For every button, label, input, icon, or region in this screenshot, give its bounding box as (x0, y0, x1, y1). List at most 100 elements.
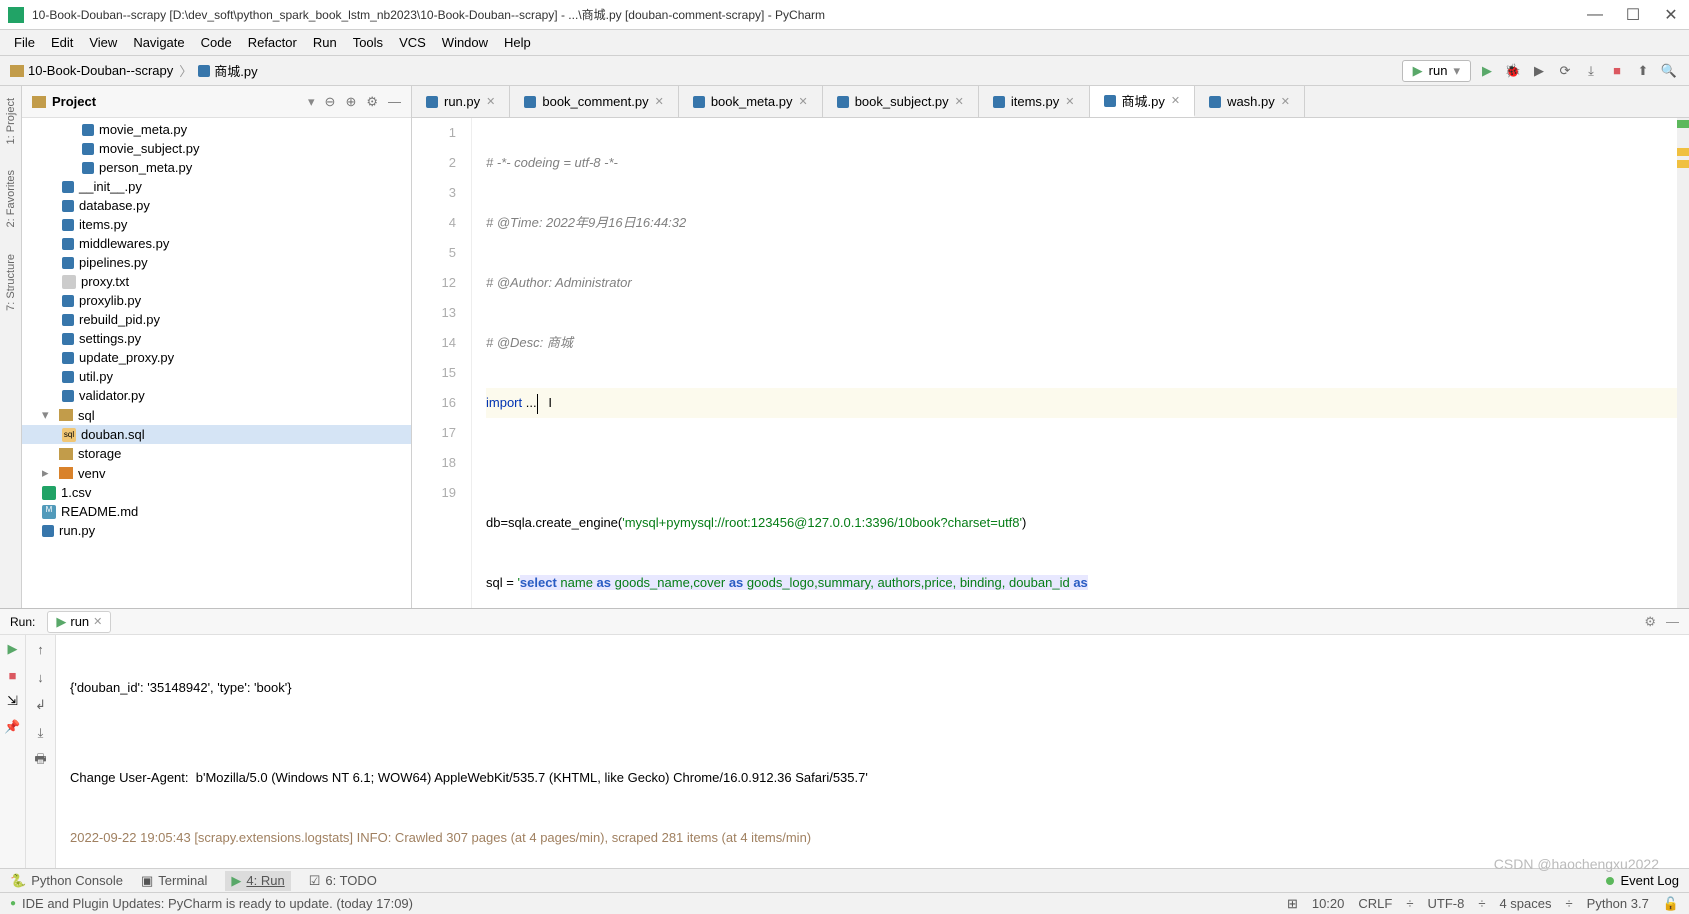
lock-icon[interactable]: 🔓 (1663, 896, 1679, 912)
close-icon[interactable]: ✕ (93, 615, 102, 628)
minimize-button[interactable]: — (1585, 5, 1605, 25)
tree-item[interactable]: pipelines.py (22, 253, 411, 272)
tree-item[interactable]: database.py (22, 196, 411, 215)
tree-item[interactable]: proxy.txt (22, 272, 411, 291)
menu-help[interactable]: Help (496, 31, 539, 54)
goto-line-icon[interactable]: ⊞ (1287, 896, 1298, 912)
menu-vcs[interactable]: VCS (391, 31, 434, 54)
tab-event-log[interactable]: Event Log (1620, 873, 1679, 888)
tree-item[interactable]: sqldouban.sql (22, 425, 411, 444)
tree-item[interactable]: rebuild_pid.py (22, 310, 411, 329)
tree-item[interactable]: storage (22, 444, 411, 463)
tree-item[interactable]: 1.csv (22, 483, 411, 502)
tree-item[interactable]: MREADME.md (22, 502, 411, 521)
editor-gutter[interactable]: 123451213141516171819 (412, 118, 472, 608)
editor-tab[interactable]: run.py✕ (412, 86, 510, 117)
code-area[interactable]: # -*- codeing = utf-8 -*- # @Time: 2022年… (472, 118, 1689, 608)
hide-icon[interactable]: — (388, 94, 401, 110)
menu-tools[interactable]: Tools (345, 31, 391, 54)
side-tab-project[interactable]: 1: Project (3, 90, 19, 152)
tab-python-console[interactable]: 🐍 Python Console (10, 873, 123, 889)
tree-item[interactable]: __init__.py (22, 177, 411, 196)
editor-tab[interactable]: book_comment.py✕ (510, 86, 678, 117)
tree-item[interactable]: validator.py (22, 386, 411, 405)
close-icon[interactable]: ✕ (798, 95, 807, 108)
tree-item[interactable]: items.py (22, 215, 411, 234)
debug-button[interactable]: 🐞 (1503, 61, 1523, 81)
tree-item[interactable]: util.py (22, 367, 411, 386)
editor-scrollbar[interactable] (1677, 118, 1689, 608)
menu-window[interactable]: Window (434, 31, 496, 54)
tree-item[interactable]: proxylib.py (22, 291, 411, 310)
run-tab[interactable]: ▶ run ✕ (47, 611, 111, 633)
tree-item[interactable]: ▾sql (22, 405, 411, 425)
tree-item[interactable]: ▸venv (22, 463, 411, 483)
close-button[interactable]: ✕ (1661, 5, 1681, 25)
close-icon[interactable]: ✕ (486, 95, 495, 108)
maximize-button[interactable]: ☐ (1623, 5, 1643, 25)
collapse-icon[interactable]: ⊖ (325, 94, 336, 110)
project-tree[interactable]: movie_meta.pymovie_subject.pyperson_meta… (22, 118, 411, 608)
stop-button[interactable]: ■ (1607, 61, 1627, 81)
soft-wrap-button[interactable]: ↲ (31, 695, 51, 715)
close-icon[interactable]: ✕ (655, 95, 664, 108)
cursor-position[interactable]: 10:20 (1312, 896, 1345, 911)
line-separator[interactable]: CRLF (1358, 896, 1392, 911)
close-icon[interactable]: ✕ (1171, 94, 1180, 107)
chevron-down-icon[interactable]: ▾ (308, 94, 315, 110)
pin-button[interactable]: 📌 (3, 717, 23, 737)
run-config-selector[interactable]: ▶ run ▾ (1402, 60, 1471, 82)
menu-file[interactable]: File (6, 31, 43, 54)
menu-navigate[interactable]: Navigate (125, 31, 192, 54)
tree-item[interactable]: movie_meta.py (22, 120, 411, 139)
editor-tab[interactable]: items.py✕ (979, 86, 1090, 117)
expand-icon[interactable]: ▾ (42, 407, 54, 423)
tree-item[interactable]: settings.py (22, 329, 411, 348)
menu-run[interactable]: Run (305, 31, 345, 54)
breadcrumb-root[interactable]: 10-Book-Douban--scrapy (10, 63, 173, 78)
tree-item[interactable]: middlewares.py (22, 234, 411, 253)
tree-item[interactable]: run.py (22, 521, 411, 540)
attach-button[interactable]: ⤓ (1581, 61, 1601, 81)
side-tab-structure[interactable]: 7: Structure (3, 246, 19, 319)
gear-icon[interactable]: ⚙ (1644, 614, 1656, 630)
coverage-button[interactable]: ▶ (1529, 61, 1549, 81)
scroll-to-end-button[interactable]: ⤓ (31, 723, 51, 743)
scroll-from-source-icon[interactable]: ⊕ (345, 94, 356, 110)
side-tab-favorites[interactable]: 2: Favorites (3, 162, 19, 235)
editor-tab[interactable]: wash.py✕ (1195, 86, 1305, 117)
breadcrumb-file[interactable]: 商城.py (198, 61, 257, 80)
close-icon[interactable]: ✕ (1281, 95, 1290, 108)
restore-layout-button[interactable]: ⇲ (3, 691, 23, 711)
tab-todo[interactable]: ☑ 6: TODO (309, 873, 377, 889)
rerun-button[interactable]: ▶ (3, 639, 23, 659)
vcs-update-button[interactable]: ⬆ (1633, 61, 1653, 81)
stop-button[interactable]: ■ (3, 665, 23, 685)
menu-code[interactable]: Code (193, 31, 240, 54)
editor-tab[interactable]: book_meta.py✕ (679, 86, 823, 117)
close-icon[interactable]: ✕ (1065, 95, 1074, 108)
print-button[interactable]: 🖶 (31, 751, 51, 771)
tab-run[interactable]: ▶ 4: Run (225, 871, 290, 891)
tab-terminal[interactable]: ▣ Terminal (141, 873, 207, 889)
interpreter-info[interactable]: Python 3.7 (1587, 896, 1649, 911)
search-button[interactable]: 🔍 (1659, 61, 1679, 81)
menu-refactor[interactable]: Refactor (240, 31, 305, 54)
down-stack-button[interactable]: ↓ (31, 667, 51, 687)
status-message[interactable]: IDE and Plugin Updates: PyCharm is ready… (22, 896, 413, 911)
profile-button[interactable]: ⟳ (1555, 61, 1575, 81)
run-button[interactable]: ▶ (1477, 61, 1497, 81)
editor-tab[interactable]: 商城.py✕ (1090, 86, 1196, 117)
gear-icon[interactable]: ⚙ (366, 94, 378, 110)
file-encoding[interactable]: UTF-8 (1427, 896, 1464, 911)
indent-info[interactable]: 4 spaces (1499, 896, 1551, 911)
editor-tab[interactable]: book_subject.py✕ (823, 86, 979, 117)
run-console-output[interactable]: {'douban_id': '35148942', 'type': 'book'… (56, 635, 1689, 868)
close-icon[interactable]: ✕ (955, 95, 964, 108)
tree-item[interactable]: movie_subject.py (22, 139, 411, 158)
tree-item[interactable]: update_proxy.py (22, 348, 411, 367)
tree-item[interactable]: person_meta.py (22, 158, 411, 177)
up-stack-button[interactable]: ↑ (31, 639, 51, 659)
menu-edit[interactable]: Edit (43, 31, 81, 54)
expand-icon[interactable]: ▸ (42, 465, 54, 481)
